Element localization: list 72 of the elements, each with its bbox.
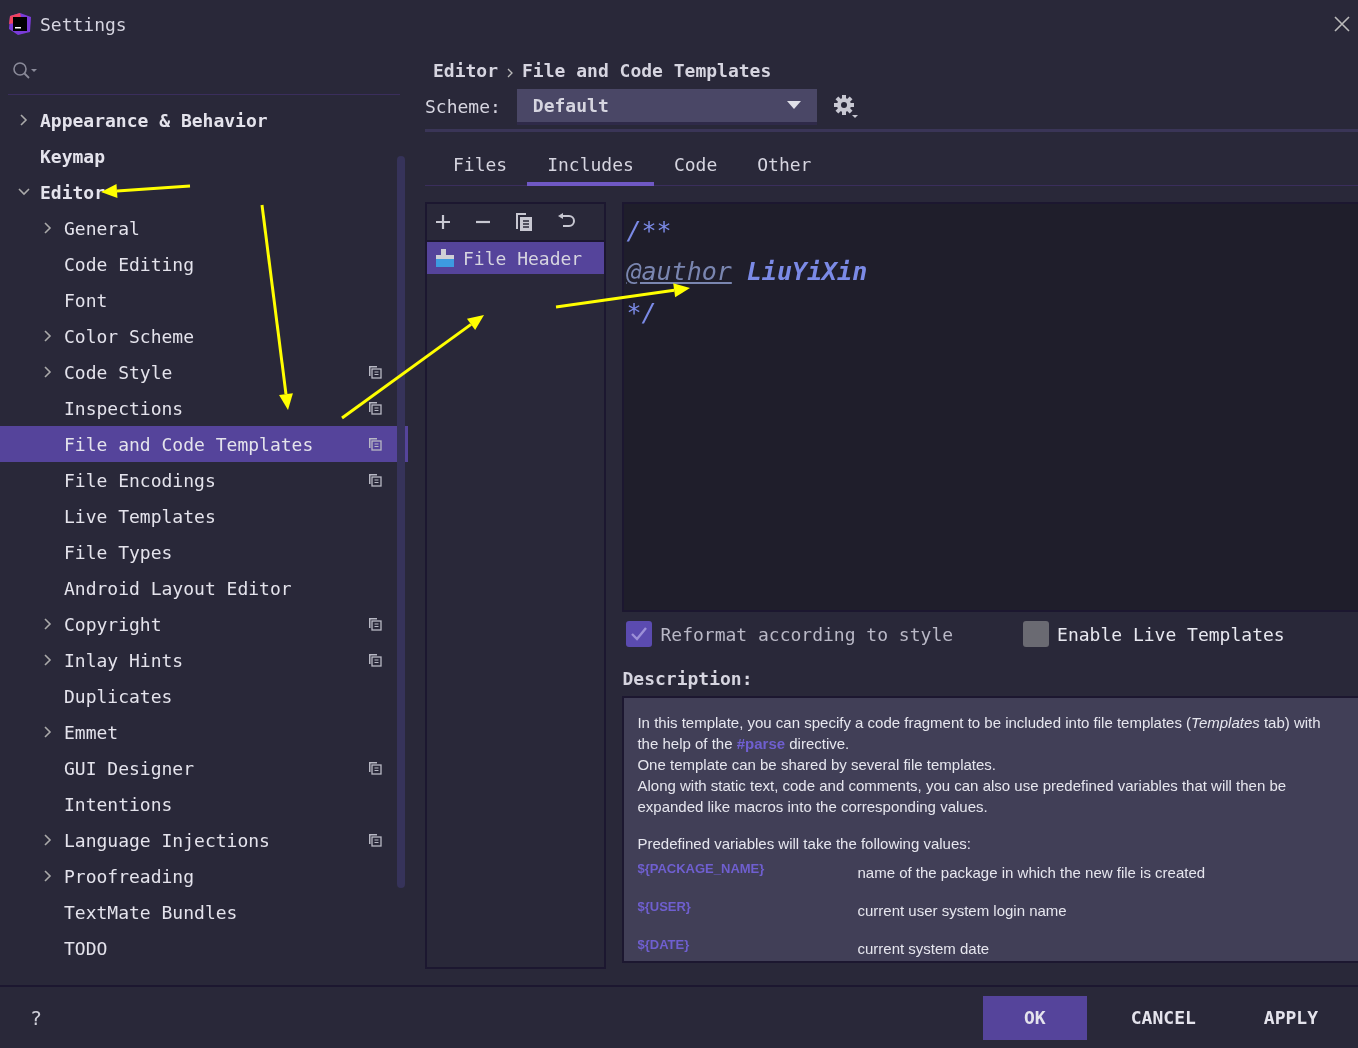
collapsed-chevron-icon[interactable] xyxy=(42,870,54,882)
tree-item[interactable]: Live Templates xyxy=(0,498,408,534)
collapsed-chevron-icon[interactable] xyxy=(42,330,54,342)
tree-item[interactable]: General xyxy=(0,210,408,246)
tab[interactable]: Files xyxy=(433,146,528,186)
variable-name: ${DATE} xyxy=(637,936,691,954)
expanded-chevron-icon[interactable] xyxy=(18,186,30,198)
tab[interactable]: Includes xyxy=(527,146,654,186)
collapsed-chevron-icon[interactable] xyxy=(42,834,54,846)
variable-name: ${PACKAGE_NAME} xyxy=(637,860,766,878)
collapsed-chevron-icon[interactable] xyxy=(42,618,54,630)
breadcrumb-separator-icon xyxy=(506,68,515,78)
tree-item[interactable]: Color Scheme xyxy=(0,318,408,354)
tab[interactable]: Code xyxy=(653,146,738,186)
tree-item[interactable]: Copyright xyxy=(0,606,408,642)
collapsed-chevron-icon[interactable] xyxy=(42,654,54,666)
variable-name: ${USER} xyxy=(637,898,692,916)
tree-item[interactable]: Inspections xyxy=(0,390,408,426)
collapsed-chevron-icon[interactable] xyxy=(42,222,54,234)
tree-item[interactable]: TextMate Bundles xyxy=(0,894,408,930)
template-item[interactable]: File Header xyxy=(427,242,605,274)
help-button[interactable]: ? xyxy=(30,1002,43,1033)
collapsed-chevron-icon[interactable] xyxy=(42,726,54,738)
tab[interactable]: Other xyxy=(737,146,832,186)
tree-item[interactable]: File Encodings xyxy=(0,462,408,498)
check-icon xyxy=(630,625,649,643)
tree-item[interactable]: Android Layout Editor xyxy=(0,570,408,606)
tree-item[interactable]: Appearance & Behavior xyxy=(0,102,408,138)
checkbox-option[interactable]: Enable Live Templates xyxy=(1023,620,1285,648)
ok-button[interactable]: OK xyxy=(982,995,1087,1040)
tree-item[interactable]: Code Style xyxy=(0,354,408,390)
scheme-dropdown[interactable]: Default xyxy=(516,88,817,125)
file-icon xyxy=(435,248,455,268)
close-icon[interactable] xyxy=(1334,16,1350,32)
variable-description: current system date xyxy=(857,939,990,959)
description-text: Predefined variables will take the following values: xyxy=(637,834,972,854)
settings-icon[interactable] xyxy=(832,93,859,120)
scheme-value: Default xyxy=(532,93,609,118)
tree-item[interactable]: GUI Designer xyxy=(0,750,408,786)
tree-item[interactable]: Editor xyxy=(0,174,408,210)
template-editor[interactable]: /** @author LiuYiXin */ xyxy=(622,202,1358,612)
scheme-label: Scheme: xyxy=(425,95,501,119)
description-label: Description: xyxy=(622,667,754,691)
tree-item[interactable]: File and Code Templates xyxy=(0,426,408,462)
tree-item[interactable]: Font xyxy=(0,282,408,318)
tree-item[interactable]: Keymap xyxy=(0,138,408,174)
tree-item[interactable]: Code Editing xyxy=(0,246,408,282)
checkbox-option[interactable]: Reformat according to style xyxy=(626,620,954,648)
tree-item[interactable]: TODO xyxy=(0,930,408,966)
tree-item[interactable]: File Types xyxy=(0,534,408,570)
collapsed-chevron-icon[interactable] xyxy=(18,114,30,126)
variable-description: current user system login name xyxy=(857,901,1067,921)
tree-item[interactable]: Proofreading xyxy=(0,858,408,894)
breadcrumb-current: File and Code Templates xyxy=(522,59,772,83)
search-icon[interactable] xyxy=(12,61,38,81)
tree-item[interactable]: Duplicates xyxy=(0,678,408,714)
tree-item[interactable]: Emmet xyxy=(0,714,408,750)
window-title: Settings xyxy=(40,12,127,37)
collapsed-chevron-icon[interactable] xyxy=(42,366,54,378)
variable-description: name of the package in which the new file is created xyxy=(857,863,1206,883)
caret-icon xyxy=(786,101,801,109)
description-text: In this template, you can specify a code fragment to be included into file templates (Templates tab) with the help of the #parse directive. One template can be shared by several file templates. Along with static text, code and comments, you can also use predefined variables that will then be expanded like macros into the corresponding values. xyxy=(637,713,1322,817)
breadcrumb-link[interactable]: Editor xyxy=(433,57,499,84)
dialog-button[interactable]: APPLY xyxy=(1239,995,1342,1040)
tree-item[interactable]: Intentions xyxy=(0,786,408,822)
copy-icon[interactable] xyxy=(515,212,533,232)
app-logo-icon xyxy=(8,12,32,36)
add-icon[interactable] xyxy=(435,214,451,230)
tree-item[interactable]: Inlay Hints xyxy=(0,642,408,678)
scrollbar[interactable] xyxy=(397,156,405,888)
dialog-button[interactable]: CANCEL xyxy=(1106,995,1220,1040)
tree-item[interactable]: Language Injections xyxy=(0,822,408,858)
